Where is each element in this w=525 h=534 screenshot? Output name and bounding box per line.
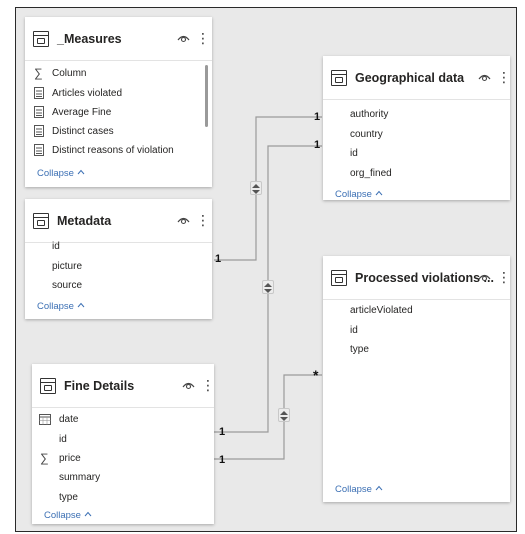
cardinality-label: 1 [215,253,222,265]
chevron-up-icon [375,485,383,491]
table-icon [40,378,56,394]
visibility-eye-icon[interactable] [177,215,190,225]
field-item[interactable]: authority [350,109,388,120]
cardinality-label: 1 [219,454,226,466]
model-diagram-canvas[interactable]: 1 1 1 * 1 1 _Measures ⋮ ∑ Column Article… [15,7,517,532]
more-options-icon[interactable]: ⋮ [497,67,511,87]
table-card-header[interactable]: Fine Details ⋮ [32,364,215,408]
field-item[interactable]: Column [52,68,86,79]
more-options-icon[interactable]: ⋮ [196,210,210,230]
field-item[interactable]: price [59,453,81,464]
table-card-header[interactable]: _Measures ⋮ [25,17,212,61]
chevron-up-icon [77,302,85,308]
sigma-icon: ∑ [34,66,43,80]
sigma-icon: ∑ [40,451,49,465]
more-options-icon[interactable]: ⋮ [201,375,215,395]
cardinality-label: 1 [314,139,321,151]
measure-icon [34,106,44,118]
field-item[interactable]: picture [52,261,82,272]
table-card-geographical-data[interactable]: Geographical data ⋮ authority country id… [323,56,511,200]
visibility-eye-icon[interactable] [478,272,491,282]
table-card-header[interactable]: Processed violations ... ⋮ [323,256,511,300]
field-item[interactable]: Average Fine [52,107,111,118]
field-item[interactable]: Articles violated [52,88,122,99]
collapse-link[interactable]: Collapse [44,510,92,521]
crossfilter-direction-icon[interactable] [278,408,290,422]
collapse-link[interactable]: Collapse [37,301,85,312]
field-item[interactable]: id [350,148,358,159]
table-title: Processed violations ... [355,271,494,285]
visibility-eye-icon[interactable] [182,380,195,390]
crossfilter-direction-icon[interactable] [250,181,262,195]
field-item[interactable]: source [52,280,82,291]
field-item[interactable]: Distinct reasons of violation [52,145,174,156]
collapse-link[interactable]: Collapse [37,168,85,179]
calendar-icon [39,414,51,425]
table-icon [33,31,49,47]
collapse-link[interactable]: Collapse [335,484,383,495]
table-title: Fine Details [64,379,135,393]
table-icon [331,70,347,86]
table-title: _Measures [57,32,122,46]
more-options-icon[interactable]: ⋮ [196,28,210,48]
measure-icon [34,87,44,99]
field-item[interactable]: id [59,434,67,445]
cardinality-label: 1 [219,426,226,438]
scrollbar[interactable] [205,65,208,127]
measure-icon [34,144,44,156]
table-card-fine-details[interactable]: Fine Details ⋮ date id ∑ price summary t… [32,364,215,524]
table-title: Metadata [57,214,112,228]
table-icon [331,270,347,286]
chevron-up-icon [375,190,383,196]
collapse-link[interactable]: Collapse [335,189,383,200]
cardinality-label: * [313,367,319,383]
table-title: Geographical data [355,71,465,85]
field-item[interactable]: summary [59,472,100,483]
field-item[interactable]: type [350,344,369,355]
cardinality-label: 1 [314,111,321,123]
field-item[interactable]: country [350,129,383,140]
field-item[interactable]: Distinct cases [52,126,114,137]
table-card-measures[interactable]: _Measures ⋮ ∑ Column Articles violated A… [25,17,212,187]
field-item[interactable]: articleViolated [350,305,413,316]
field-item[interactable]: type [59,492,78,503]
field-item[interactable]: date [59,414,78,425]
chevron-up-icon [77,169,85,175]
field-item[interactable]: id [52,241,60,252]
field-item[interactable]: id [350,325,358,336]
visibility-eye-icon[interactable] [177,33,190,43]
table-card-metadata[interactable]: Metadata ⋮ id picture source Collapse [25,199,212,319]
chevron-up-icon [84,511,92,517]
table-card-processed-violations[interactable]: Processed violations ... ⋮ articleViolat… [323,256,511,502]
table-card-header[interactable]: Geographical data ⋮ [323,56,511,100]
field-item[interactable]: org_fined [350,168,392,179]
table-icon [33,213,49,229]
table-card-header[interactable]: Metadata ⋮ [25,199,212,243]
visibility-eye-icon[interactable] [478,72,491,82]
crossfilter-direction-icon[interactable] [262,280,274,294]
more-options-icon[interactable]: ⋮ [497,267,511,287]
measure-icon [34,125,44,137]
